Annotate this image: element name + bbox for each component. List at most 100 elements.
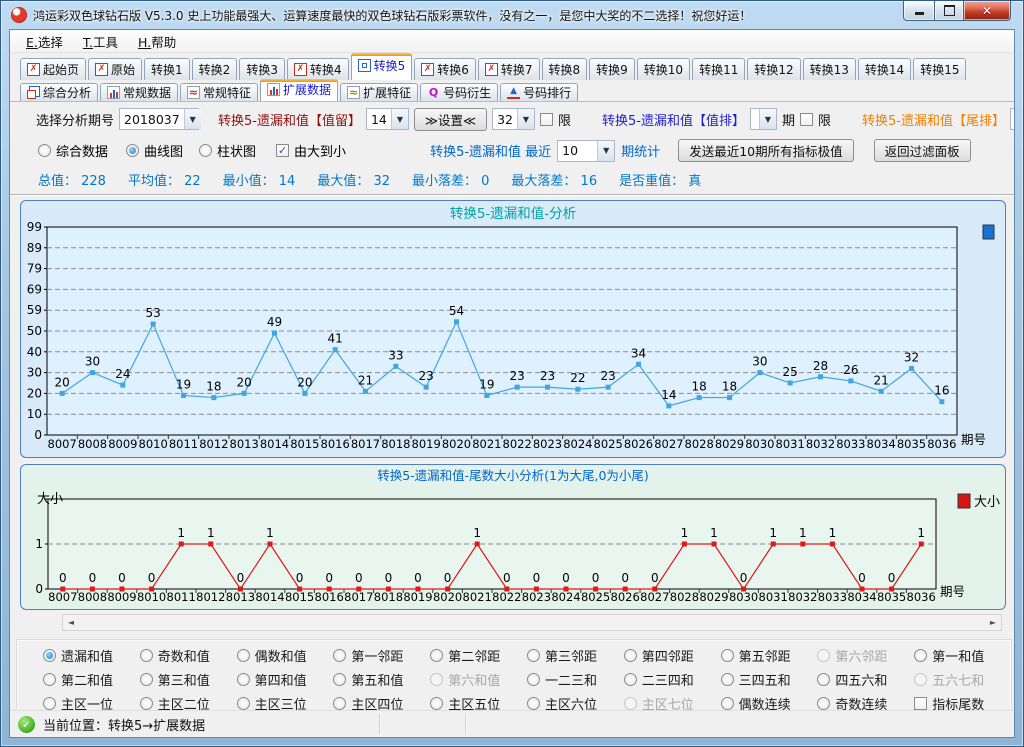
indicator-option-1-6[interactable]: 二三四和 bbox=[624, 670, 721, 689]
scroll-right-icon[interactable]: ► bbox=[985, 618, 1001, 627]
menu-tools[interactable]: T.工具 bbox=[73, 30, 128, 53]
chart-title: 转换5-遗漏和值-分析 bbox=[450, 206, 576, 222]
value-rank-limit-checkbox[interactable] bbox=[800, 113, 813, 126]
indicator-option-0-4[interactable]: 第二邻距 bbox=[430, 646, 527, 665]
tab-label: 转换7 bbox=[501, 61, 533, 78]
indicator-option-1-8[interactable]: 四五六和 bbox=[817, 670, 914, 689]
indicator-option-0-9[interactable]: 第一和值 bbox=[914, 646, 1011, 665]
primary-tab-9[interactable]: 转换8 bbox=[542, 58, 588, 80]
indicator-option-1-3[interactable]: 第五和值 bbox=[333, 670, 430, 689]
data-label: 0 bbox=[858, 571, 866, 585]
indicator-option-0-0[interactable]: 遗漏和值 bbox=[43, 646, 140, 665]
bar-chart-radio[interactable]: 柱状图 bbox=[199, 141, 256, 160]
scroll-left-icon[interactable]: ◄ bbox=[63, 618, 79, 627]
x-tick-label: 8023 bbox=[533, 437, 562, 451]
y-tick-label: 40 bbox=[27, 345, 42, 359]
y-tick-label: 79 bbox=[27, 262, 42, 276]
minimize-button[interactable] bbox=[903, 1, 934, 21]
primary-tab-8[interactable]: ✗转换7 bbox=[478, 58, 540, 80]
data-point bbox=[90, 370, 95, 375]
secondary-tab-5[interactable]: Q号码衍生 bbox=[420, 83, 498, 101]
data-point bbox=[333, 347, 338, 352]
indicator-option-0-2[interactable]: 偶数和值 bbox=[237, 646, 334, 665]
horizontal-scrollbar[interactable]: ◄ ► bbox=[62, 614, 1002, 631]
value-keep-min-select[interactable]: 14 ▼ bbox=[366, 108, 409, 130]
close-button[interactable]: ✕ bbox=[964, 1, 1011, 21]
y-tick-label: 69 bbox=[27, 282, 42, 296]
radio-icon bbox=[126, 144, 139, 157]
summary-data-radio[interactable]: 综合数据 bbox=[38, 141, 108, 160]
primary-tab-10[interactable]: 转换9 bbox=[589, 58, 635, 80]
indicator-option-0-6[interactable]: 第四邻距 bbox=[624, 646, 721, 665]
status-ok-icon: ✓ bbox=[18, 716, 35, 733]
primary-tab-5[interactable]: ✗转换4 bbox=[287, 58, 349, 80]
indicator-option-0-1[interactable]: 奇数和值 bbox=[140, 646, 237, 665]
tail-rank-select[interactable]: ▼ bbox=[1010, 108, 1015, 130]
y-tick-label: 99 bbox=[27, 220, 42, 234]
radio-icon bbox=[721, 673, 734, 686]
data-label: 1 bbox=[769, 526, 777, 540]
data-point bbox=[149, 587, 154, 592]
period-select[interactable]: 2018037 ▼ bbox=[119, 108, 199, 130]
x-tick-label: 8007 bbox=[48, 437, 77, 451]
indicator-option-label: 偶数和值 bbox=[255, 646, 307, 665]
primary-tab-7[interactable]: ✗转换6 bbox=[414, 58, 476, 80]
menu-select[interactable]: E.选择 bbox=[16, 30, 73, 53]
indicator-option-1-5[interactable]: 一二三和 bbox=[527, 670, 624, 689]
indicator-option-0-8: 第六邻距 bbox=[817, 646, 914, 665]
back-to-filter-button[interactable]: 返回过滤面板 bbox=[874, 139, 971, 162]
primary-tab-12[interactable]: 转换11 bbox=[692, 58, 745, 80]
secondary-tab-3[interactable]: 扩展数据 bbox=[260, 79, 338, 101]
secondary-tab-2[interactable]: ≈常规特征 bbox=[180, 83, 258, 101]
descending-order-checkbox[interactable]: ✓由大到小 bbox=[276, 141, 346, 160]
secondary-tab-0[interactable]: 综合分析 bbox=[20, 83, 98, 101]
indicator-option-0-5[interactable]: 第三邻距 bbox=[527, 646, 624, 665]
value-keep-max-select[interactable]: 32 ▼ bbox=[492, 108, 535, 130]
primary-tab-0[interactable]: ✗起始页 bbox=[20, 58, 86, 80]
value-keep-limit-checkbox[interactable] bbox=[540, 113, 553, 126]
indicator-option-0-3[interactable]: 第一邻距 bbox=[333, 646, 430, 665]
radio-icon bbox=[140, 673, 153, 686]
radio-label: 综合数据 bbox=[56, 141, 108, 160]
indicator-option-1-1[interactable]: 第三和值 bbox=[140, 670, 237, 689]
primary-tab-4[interactable]: 转换3 bbox=[239, 58, 285, 80]
primary-tab-2[interactable]: 转换1 bbox=[144, 58, 190, 80]
radio-icon bbox=[721, 649, 734, 662]
maximize-button[interactable] bbox=[934, 1, 964, 21]
recent-count-select[interactable]: 10 ▼ bbox=[557, 140, 615, 162]
secondary-tab-1[interactable]: 常规数据 bbox=[100, 83, 178, 101]
data-label: 25 bbox=[783, 365, 798, 379]
curve-chart-radio[interactable]: 曲线图 bbox=[126, 141, 183, 160]
radio-icon bbox=[527, 697, 540, 710]
scrollbar-track[interactable] bbox=[79, 615, 985, 630]
menu-help[interactable]: H.帮助 bbox=[128, 30, 186, 53]
send-extremes-button[interactable]: 发送最近10期所有指标极值 bbox=[678, 139, 853, 162]
data-point bbox=[238, 587, 243, 592]
set-range-button[interactable]: ≫设置≪ bbox=[414, 108, 487, 131]
period-value: 2018037 bbox=[120, 112, 184, 127]
primary-tab-15[interactable]: 转换14 bbox=[858, 58, 911, 80]
x-tick-label: 8030 bbox=[745, 437, 774, 451]
secondary-tab-6[interactable]: ▲号码排行 bbox=[500, 83, 578, 101]
data-point bbox=[242, 391, 247, 396]
primary-tab-13[interactable]: 转换12 bbox=[747, 58, 800, 80]
indicator-option-1-7[interactable]: 三四五和 bbox=[721, 670, 818, 689]
radio-icon bbox=[333, 673, 346, 686]
indicator-option-1-2[interactable]: 第四和值 bbox=[237, 670, 334, 689]
dropdown-arrow-icon: ▼ bbox=[759, 109, 776, 129]
primary-tab-1[interactable]: ✗原始 bbox=[88, 58, 142, 80]
primary-tab-6[interactable]: 转换5 bbox=[351, 53, 413, 80]
data-point bbox=[909, 366, 914, 371]
indicator-option-0-7[interactable]: 第五邻距 bbox=[721, 646, 818, 665]
tab-label: 扩展特征 bbox=[363, 84, 411, 101]
data-point bbox=[356, 587, 361, 592]
secondary-tab-4[interactable]: ≈扩展特征 bbox=[340, 83, 418, 101]
primary-tab-14[interactable]: 转换13 bbox=[803, 58, 856, 80]
primary-tab-3[interactable]: 转换2 bbox=[192, 58, 238, 80]
value-rank-select[interactable]: ▼ bbox=[750, 108, 777, 130]
indicator-option-1-0[interactable]: 第二和值 bbox=[43, 670, 140, 689]
x-tick-label: 8026 bbox=[611, 590, 640, 604]
primary-tab-11[interactable]: 转换10 bbox=[637, 58, 690, 80]
filter-toolbar: 选择分析期号 2018037 ▼ 转换5-遗漏和值【值留】 14 ▼ ≫设置≪ … bbox=[10, 102, 1014, 136]
primary-tab-16[interactable]: 转换15 bbox=[913, 58, 966, 80]
